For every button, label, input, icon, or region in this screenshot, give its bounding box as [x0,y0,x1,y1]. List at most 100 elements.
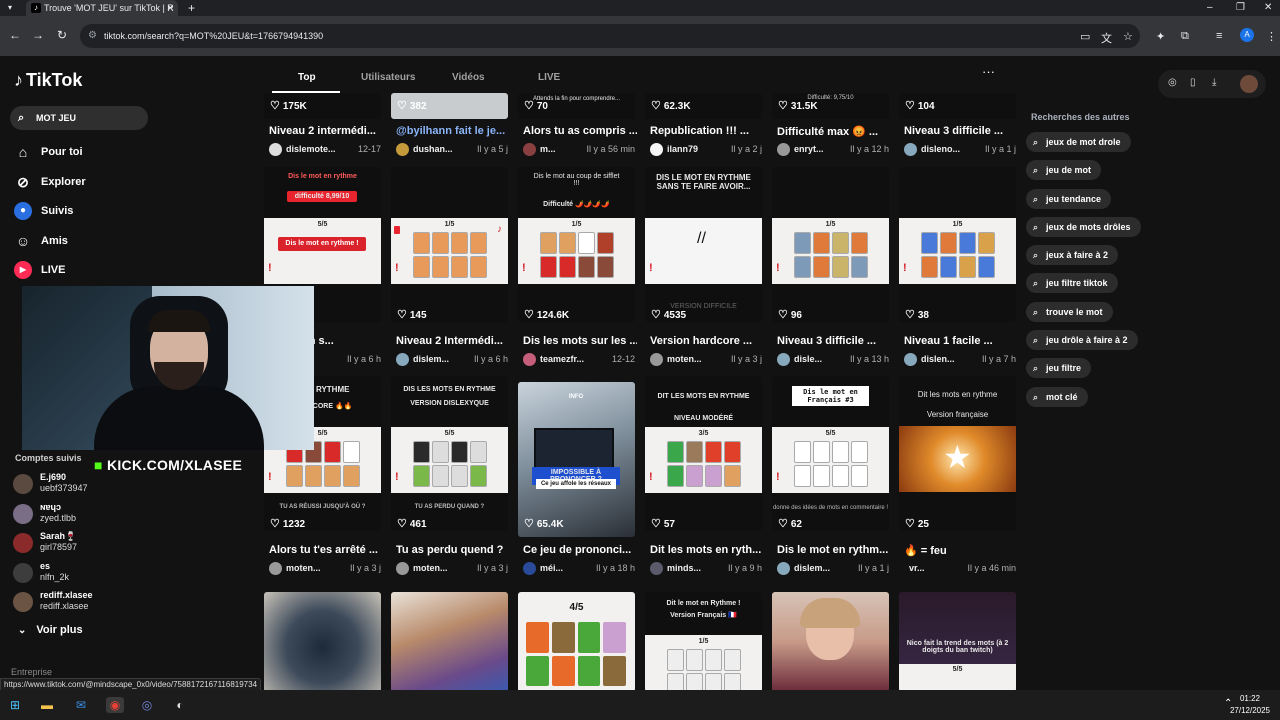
video-thumbnail[interactable]: Dit les mots en rythme Version française… [899,376,1016,531]
video-card[interactable]: 4/5 [518,592,635,692]
video-card[interactable]: ♡ 62.3K Republication !!! ... ilann79 Il y… [645,93,762,163]
sidebar-item-pour-toi[interactable]: ⌂ Pour toi [14,142,83,162]
suggested-search-chip[interactable]: ⌕ jeux de mot drole [1026,132,1131,152]
system-clock[interactable]: 01:22 27/12/2025 [1230,693,1270,717]
video-card[interactable]: 1/5 ! ♡ 38 Niveau 1 facile ... dislen... I… [899,167,1016,372]
video-card[interactable]: ♡ 382 @byilhann fait le je... dushan... Il… [391,93,508,163]
close-tab-icon[interactable]: ✕ [166,0,174,16]
video-title[interactable]: Difficulté max 😡 ... [777,125,891,138]
video-card[interactable]: 1/5 ! ♪ ♡ 145 Niveau 2 Intermédi... disle… [391,167,508,372]
mail-icon[interactable]: ✉ [72,697,90,713]
video-card[interactable]: Nico fait la trend des mots (à 2 doigts … [899,592,1016,692]
video-card[interactable]: Difficulté: 9,75/10 ♡ 31.5K Difficulté ma… [772,93,889,163]
minimize-icon[interactable]: – [1207,0,1213,16]
close-window-icon[interactable]: ✕ [1264,0,1272,16]
video-card[interactable]: DIT LES MOTS EN RYTHME NIVEAU MODÉRÉ 3/5… [645,376,762,581]
video-card[interactable]: ♡ 104 Niveau 3 difficile ... disleno... Il… [899,93,1016,163]
video-title[interactable]: Dis les mots sur les ... [523,335,637,347]
video-author[interactable]: vr... [909,563,925,573]
video-title[interactable]: 🔥 = feu [904,544,1018,557]
site-info-icon[interactable]: ⚙ [88,24,97,48]
video-author[interactable]: dislen... [921,354,955,364]
sidebar-item-suivis[interactable]: ● Suivis [14,201,73,221]
footer-entreprise-link[interactable]: Entreprise [11,667,52,677]
video-card[interactable]: Attends la fin pour comprendre... ♡ 70 Al… [518,93,637,163]
search-input[interactable]: ⌕ MOT JEU [10,106,148,130]
video-title[interactable]: Dis le mot en rythm... [777,544,891,556]
video-title[interactable]: @byilhann fait le je... [396,125,510,137]
translate-icon[interactable]: 文 [1101,30,1112,46]
reload-icon[interactable]: ↻ [57,28,67,42]
video-card[interactable]: DIS LES MOTS EN RYTHME VERSION DISLEXYQU… [391,376,508,581]
video-title[interactable]: Niveau 2 intermédi... [269,125,383,137]
cast-icon[interactable]: ▭ [1080,30,1090,43]
suggested-search-chip[interactable]: ⌕ jeu tendance [1026,189,1112,209]
video-thumbnail[interactable]: Dit le mot en Rythme ! Version Français … [645,592,762,692]
browser-tab[interactable]: ♪ Trouve 'MOT JEU' sur TikTok | R ✕ [26,0,178,16]
sidebar-item-explorer[interactable]: ⊘ Explorer [14,172,86,192]
video-thumbnail[interactable]: INFO IMPOSSIBLE À PRONONCER ? Ce jeu aff… [518,382,635,537]
video-card[interactable]: 1/5 ! ♡ 96 Niveau 3 difficile ... disle..… [772,167,889,372]
video-author[interactable]: disleno... [921,144,960,154]
video-title[interactable]: Niveau 1 facile ... [904,335,1018,347]
video-thumbnail[interactable]: DIS LE MOT EN RYTHME SANS TE FAIRE AVOIR… [645,167,762,322]
video-thumbnail[interactable]: 1/5 ! [899,167,1016,322]
video-thumbnail[interactable]: DIS LES MOTS EN RYTHME VERSION DISLEXYQU… [391,376,508,531]
video-title[interactable]: Republication !!! ... [650,125,764,137]
discord-icon[interactable]: ◎ [138,697,156,713]
video-card[interactable]: Dis le mot en Français #3 5/5 ! donne de… [772,376,889,581]
more-options-icon[interactable]: ··· [982,64,995,79]
video-author[interactable]: enryt... [794,144,824,154]
download-icon[interactable]: ⤓ [1212,77,1216,88]
suggested-search-chip[interactable]: ⌕ jeu filtre [1026,358,1092,378]
video-author[interactable]: dislem... [413,354,449,364]
video-card[interactable]: ♡ 175K Niveau 2 intermédi... dislemote...… [264,93,381,163]
media-icon[interactable]: ≡ [1216,30,1222,42]
followed-account[interactable]: E.j690 uebf373947 [13,472,133,496]
followed-account[interactable]: es nlfn_2k [13,561,133,585]
video-author[interactable]: dushan... [413,144,453,154]
video-title[interactable]: Alors tu t'es arrêté ... [269,544,383,556]
video-card[interactable] [264,592,381,692]
back-icon[interactable]: ← [9,28,21,42]
video-author[interactable]: dislem... [794,563,830,573]
suggested-search-chip[interactable]: ⌕ jeu drôle à faire à 2 [1026,330,1138,350]
video-author[interactable]: m... [540,144,556,154]
video-title[interactable]: Version hardcore ... [650,335,764,347]
suggested-search-chip[interactable]: ⌕ jeu filtre tiktok [1026,273,1118,293]
video-title[interactable]: Alors tu as compris ... [523,125,637,137]
suggested-search-chip[interactable]: ⌕ jeux de mots drôles [1026,217,1141,237]
video-thumbnail[interactable]: 4/5 [518,592,635,692]
sidebar-item-live[interactable]: ▶ LIVE [14,260,65,280]
browser-profile-avatar[interactable]: A [1240,28,1254,42]
video-card[interactable]: Dit le mot en Rythme ! Version Français … [645,592,762,692]
video-title[interactable]: Niveau 2 Intermédi... [396,335,510,347]
obs-icon[interactable]: ◐ [171,697,189,713]
video-author[interactable]: moten... [413,563,448,573]
video-thumbnail[interactable]: DIT LES MOTS EN RYTHME NIVEAU MODÉRÉ 3/5… [645,376,762,531]
tab-live[interactable]: LIVE [538,72,560,83]
video-thumbnail[interactable] [264,592,381,692]
followed-account[interactable]: Sarah🍷 girl78597 [13,531,133,555]
suggested-search-chip[interactable]: ⌕ mot clé [1026,387,1088,407]
new-tab-button[interactable]: + [188,0,195,16]
video-card[interactable]: Dit les mots en rythme Version française… [899,376,1016,581]
video-card[interactable] [772,592,889,692]
video-thumbnail[interactable]: 1/5 ! ♪ [391,167,508,322]
video-thumbnail[interactable]: Dis le mot en Français #3 5/5 ! donne de… [772,376,889,531]
video-title[interactable]: Tu as perdu quend ? [396,544,510,556]
video-thumbnail[interactable]: 1/5 ! [772,167,889,322]
video-title[interactable]: Dit les mots en ryth... [650,544,764,556]
tab-videos[interactable]: Vidéos [452,72,485,83]
video-card[interactable]: DIS LE MOT EN RYTHME SANS TE FAIRE AVOIR… [645,167,762,372]
avatar[interactable] [1240,75,1258,93]
video-author[interactable]: ilann79 [667,144,698,154]
suggested-search-chip[interactable]: ⌕ trouve le mot [1026,302,1113,322]
file-explorer-icon[interactable]: ▬ [38,697,56,713]
video-author[interactable]: moten... [667,354,702,364]
sidebar-item-amis[interactable]: ☺ Amis [14,231,68,251]
video-thumbnail[interactable] [391,592,508,692]
video-card[interactable]: INFO IMPOSSIBLE À PRONONCER ? Ce jeu aff… [518,376,635,581]
suggested-search-chip[interactable]: ⌕ jeu de mot [1026,160,1102,180]
video-author[interactable]: minds... [667,563,701,573]
